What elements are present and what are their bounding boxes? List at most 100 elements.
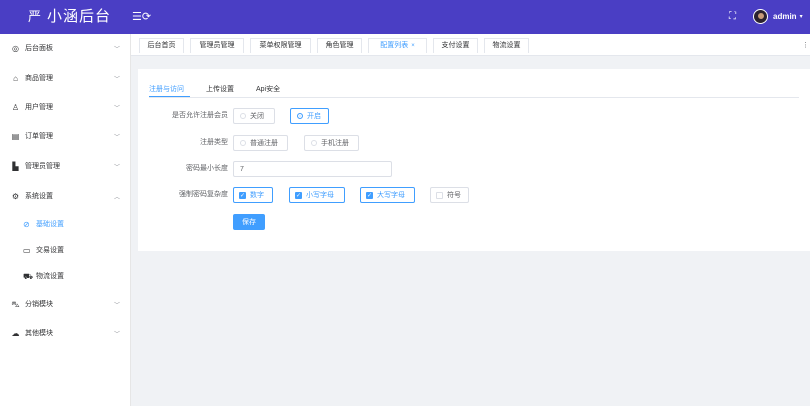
tab-label: 管理员管理 — [199, 42, 235, 49]
radio-register-off[interactable]: 关闭 — [233, 108, 275, 124]
tab-role-management[interactable]: 角色管理 — [317, 38, 362, 53]
tab-label: 支付设置 — [441, 42, 470, 49]
tabs-divider — [149, 97, 799, 98]
tab-home[interactable]: 后台首页 — [139, 38, 184, 53]
tab-label: 菜单权限管理 — [259, 42, 302, 49]
sidebar-item-label: 后台面板 — [25, 45, 53, 52]
order-icon: ▤ — [11, 131, 20, 141]
dashboard-icon: ◎ — [12, 43, 19, 53]
radio-label: 普通注册 — [250, 140, 278, 147]
checkbox-label: 数字 — [250, 192, 264, 199]
sidebar-subitem-logistics-settings[interactable]: ⛟ 物流设置 — [0, 267, 131, 285]
tab-config-list[interactable]: 配置列表 × — [368, 38, 427, 53]
active-tab-indicator — [149, 96, 190, 97]
checkbox-empty-icon — [436, 191, 443, 199]
user-icon: ♙ — [11, 102, 20, 112]
radio-phone-register[interactable]: 手机注册 — [304, 135, 359, 151]
chevron-down-icon: ﹀ — [114, 164, 121, 171]
tab-payment-settings[interactable]: 支付设置 — [433, 38, 478, 53]
radio-checked-icon — [297, 113, 303, 119]
chevron-down-icon: ﹀ — [114, 134, 121, 141]
chevron-up-icon: ︿ — [114, 194, 121, 201]
check-icon: ✓ — [366, 191, 373, 199]
tab-menu-permissions[interactable]: 菜单权限管理 — [250, 38, 311, 53]
chevron-down-icon: ﹀ — [114, 76, 121, 83]
checkbox-symbols[interactable]: 符号 — [430, 187, 469, 203]
checkbox-uppercase[interactable]: ✓ 大写字母 — [360, 187, 415, 203]
sidebar-subitem-label: 物流设置 — [36, 273, 64, 280]
radio-label: 关闭 — [250, 113, 264, 120]
sidebar-item-label: 管理员管理 — [25, 163, 60, 170]
register-type-label: 注册类型 — [200, 139, 228, 146]
password-min-length-label: 密码最小长度 — [186, 165, 228, 172]
radio-circle-icon — [240, 113, 246, 119]
avatar[interactable] — [753, 9, 768, 24]
sidebar-item-label: 系统设置 — [25, 193, 53, 200]
chevron-down-icon: ﹀ — [114, 302, 121, 309]
sidebar-item-label: 分销模块 — [25, 301, 53, 308]
app-title: 小涵后台 — [47, 8, 112, 25]
radio-label: 开启 — [307, 113, 321, 120]
tab-upload-settings[interactable]: 上传设置 — [206, 84, 234, 96]
tab-register-access[interactable]: 注册与访问 — [149, 84, 184, 96]
sidebar-subitem-trade-settings[interactable]: ▭ 交易设置 — [0, 241, 131, 259]
logo[interactable]: 严 小涵后台 — [28, 7, 111, 27]
truck-icon: ⛟ — [23, 271, 34, 281]
sidebar-item-other-modules[interactable]: ☁ 其他模块 ﹀ — [0, 324, 131, 342]
tab-label: 后台首页 — [147, 42, 176, 49]
chevron-down-icon[interactable]: ▾ — [800, 13, 803, 20]
checkbox-label: 符号 — [447, 192, 461, 199]
tab-label: 角色管理 — [325, 42, 354, 49]
radio-register-on[interactable]: 开启 — [290, 108, 329, 124]
logo-mark-icon: 严 — [28, 9, 42, 24]
admin-icon: ▙ — [12, 161, 19, 171]
tab-admin-management[interactable]: 管理员管理 — [190, 38, 244, 53]
sidebar-item-products[interactable]: ⌂ 商品管理 ﹀ — [0, 69, 131, 87]
sidebar-item-system-settings[interactable]: ⚙ 系统设置 ︿ — [0, 187, 131, 205]
sidebar-item-label: 商品管理 — [25, 75, 53, 82]
radio-label: 手机注册 — [321, 140, 349, 147]
top-header: 严 小涵后台 ☰⟳ ⛶ admin ▾ — [0, 0, 810, 34]
user-menu[interactable]: admin ▾ — [753, 9, 803, 24]
radio-normal-register[interactable]: 普通注册 — [233, 135, 288, 151]
check-icon: ✓ — [295, 191, 302, 199]
more-vertical-icon[interactable]: ⋮ — [802, 41, 809, 49]
checkbox-digits[interactable]: ✓ 数字 — [233, 187, 273, 203]
chevron-down-icon: ﹀ — [114, 46, 121, 53]
tab-logistics-settings[interactable]: 物流设置 — [484, 38, 529, 53]
shop-icon: ⌂ — [13, 73, 18, 83]
save-button[interactable]: 保存 — [233, 214, 265, 230]
radio-circle-icon — [311, 140, 317, 146]
sidebar-subitem-label: 交易设置 — [36, 247, 64, 254]
cloud-icon: ☁ — [11, 328, 20, 338]
checkbox-label: 大写字母 — [377, 192, 405, 199]
tab-label: 物流设置 — [492, 42, 521, 49]
sidebar-item-label: 订单管理 — [25, 133, 53, 140]
sidebar-item-dashboard[interactable]: ◎ 后台面板 ﹀ — [0, 39, 131, 57]
sidebar-item-distribution[interactable]: ⛍ 分销模块 ﹀ — [0, 295, 131, 313]
sidebar-item-label: 其他模块 — [25, 330, 53, 337]
fullscreen-icon[interactable]: ⛶ — [729, 11, 736, 23]
sidebar-item-admins[interactable]: ▙ 管理员管理 ﹀ — [0, 157, 131, 175]
sidebar-item-users[interactable]: ♙ 用户管理 ﹀ — [0, 98, 131, 116]
settings-card: 注册与访问 上传设置 Api安全 是否允许注册会员 关闭 开启 注册类型 普通注… — [138, 69, 810, 251]
cart-icon: ⛍ — [11, 299, 20, 309]
tab-label: 配置列表 — [380, 42, 409, 49]
sidebar-subitem-basic-settings[interactable]: ⊘ 基础设置 — [0, 215, 131, 233]
close-icon[interactable]: × — [411, 43, 415, 49]
username[interactable]: admin — [773, 12, 797, 21]
checkbox-lowercase[interactable]: ✓ 小写字母 — [289, 187, 345, 203]
sidebar-item-orders[interactable]: ▤ 订单管理 ﹀ — [0, 127, 131, 145]
chevron-down-icon: ﹀ — [114, 105, 121, 112]
sidebar: ◎ 后台面板 ﹀ ⌂ 商品管理 ﹀ ♙ 用户管理 ﹀ ▤ 订单管理 ﹀ ▙ 管理… — [0, 34, 131, 406]
sidebar-subitem-label: 基础设置 — [36, 221, 64, 228]
settings-icon: ⚙ — [11, 191, 20, 201]
chevron-down-icon: ﹀ — [114, 331, 121, 338]
password-min-length-input[interactable] — [233, 161, 392, 177]
menu-fold-icon[interactable]: ☰⟳ — [132, 10, 151, 24]
tab-api-security[interactable]: Api安全 — [256, 84, 280, 96]
sidebar-item-label: 用户管理 — [25, 104, 53, 111]
card-icon: ▭ — [23, 245, 31, 255]
check-icon: ✓ — [239, 191, 246, 199]
radio-circle-icon — [240, 140, 246, 146]
